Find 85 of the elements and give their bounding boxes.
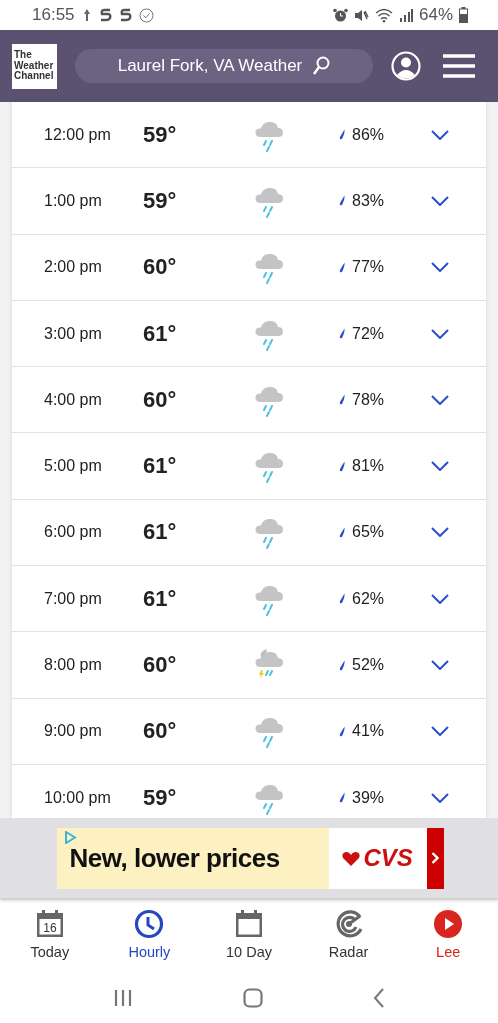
raindrop-icon [339, 593, 345, 605]
nav-tab[interactable]: Hourly [99, 900, 200, 972]
precip-chance: 86% [352, 125, 386, 144]
temperature: 60° [143, 386, 178, 413]
chevron-down-icon[interactable] [431, 262, 449, 273]
location-search[interactable]: Laurel Fork, VA Weather [75, 49, 373, 83]
check-circle-icon [138, 7, 154, 23]
battery-percent: 64% [418, 5, 453, 25]
s-app-icon [118, 8, 133, 22]
precip-chance: 39% [352, 788, 386, 807]
menu-icon[interactable] [443, 54, 475, 78]
clock-icon [134, 909, 165, 939]
raindrop-icon [339, 526, 345, 538]
hour-time: 6:00 pm [43, 523, 103, 542]
home-icon[interactable] [243, 987, 263, 1008]
hour-time: 9:00 pm [43, 722, 103, 741]
temperature: 61° [143, 519, 178, 546]
hour-time: 7:00 pm [43, 589, 103, 608]
chevron-down-icon[interactable] [431, 461, 449, 472]
calendar-icon [234, 909, 264, 939]
precip-chance: 83% [352, 191, 386, 210]
wifi-icon [374, 7, 393, 23]
ad-headline: New, lower prices [69, 842, 280, 874]
alarm-icon [332, 7, 348, 23]
nav-tab[interactable]: 16 Today [0, 900, 100, 972]
mute-icon [353, 7, 369, 23]
chevron-right-icon[interactable] [431, 852, 440, 864]
hour-time: 8:00 pm [43, 656, 103, 674]
s-app-icon [98, 8, 113, 22]
account-icon[interactable] [391, 51, 421, 81]
chevron-down-icon[interactable] [431, 593, 449, 604]
raindrop-icon [339, 129, 345, 141]
nav-tab[interactable]: 10 Day [199, 900, 299, 972]
heart-icon [342, 850, 361, 866]
temperature: 60° [143, 254, 178, 281]
temperature: 61° [143, 453, 178, 480]
temperature: 59° [143, 187, 178, 214]
raindrop-icon [339, 460, 345, 472]
precip-chance: 81% [352, 457, 386, 476]
chevron-down-icon[interactable] [431, 195, 449, 206]
raindrop-icon [339, 195, 345, 207]
hour-time: 10:00 pm [43, 788, 112, 807]
signal-icon [398, 8, 413, 22]
raindrop-icon [339, 394, 345, 406]
temperature: 59° [143, 784, 178, 811]
precip-chance: 41% [352, 722, 386, 741]
precip-chance: 78% [352, 390, 386, 409]
chevron-down-icon[interactable] [431, 792, 449, 803]
temperature: 61° [143, 585, 178, 612]
precip-chance: 77% [352, 258, 386, 277]
hour-time: 2:00 pm [43, 258, 103, 277]
temperature: 59° [143, 121, 178, 148]
raindrop-icon [339, 328, 345, 340]
hour-time: 1:00 pm [43, 191, 103, 210]
hour-time: 12:00 pm [43, 125, 112, 144]
back-icon[interactable] [373, 987, 385, 1008]
recent-apps-icon[interactable] [113, 988, 133, 1007]
brand-name: CVS [363, 844, 413, 872]
hour-time: 5:00 pm [43, 457, 103, 476]
battery-icon [459, 7, 468, 23]
chevron-down-icon[interactable] [431, 726, 449, 737]
chevron-down-icon[interactable] [431, 129, 449, 140]
chevron-down-icon[interactable] [431, 394, 449, 405]
chevron-down-icon[interactable] [431, 527, 449, 538]
precip-chance: 52% [352, 656, 386, 674]
clock-time: 16:55 [32, 5, 75, 25]
search-icon [312, 56, 331, 76]
raindrop-icon [339, 725, 345, 737]
hour-time: 4:00 pm [43, 390, 103, 409]
nav-tab[interactable]: Lee [398, 900, 498, 972]
temperature: 60° [143, 718, 178, 745]
hour-time: 3:00 pm [43, 324, 103, 343]
logo[interactable]: The Weather Channel [12, 43, 57, 89]
chevron-down-icon[interactable] [431, 328, 449, 339]
temperature: 61° [143, 320, 178, 347]
raindrop-icon [339, 792, 345, 804]
raindrop-icon [339, 261, 345, 273]
temperature: 60° [143, 652, 178, 678]
play-icon [433, 909, 464, 939]
precip-chance: 72% [352, 324, 386, 343]
precip-chance: 65% [352, 523, 386, 542]
raindrop-icon [339, 659, 345, 671]
nav-tab[interactable]: Radar [298, 900, 399, 972]
precip-chance: 62% [352, 589, 386, 608]
chevron-down-icon[interactable] [431, 660, 449, 670]
